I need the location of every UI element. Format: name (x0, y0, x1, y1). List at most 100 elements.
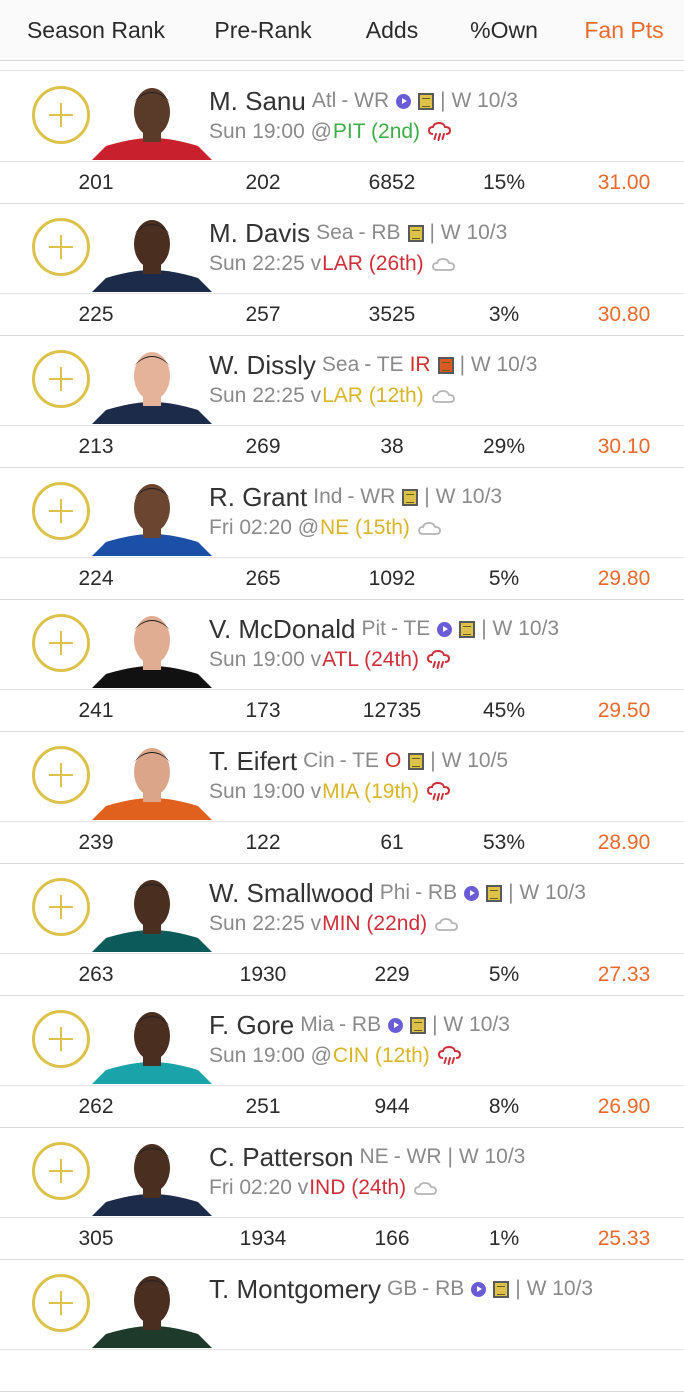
player-name[interactable]: M. Davis (209, 218, 310, 248)
opponent-rank: LAR (12th) (322, 384, 424, 407)
player-name[interactable]: F. Gore (209, 1010, 294, 1040)
player-stats-row: 263 1930 229 5% 27.33 (0, 954, 684, 996)
player-row[interactable]: W. Dissly Sea - TE IR | W 10/3 Sun 22:25 v LA… (0, 336, 684, 426)
stat-fan-pts: 30.80 (597, 303, 651, 326)
game-info-line: Fri 02:20 @ NE (15th) (209, 514, 443, 542)
add-player-button[interactable] (32, 218, 90, 276)
player-name-line: F. Gore Mia - RB | W 10/3 (209, 1010, 510, 1040)
player-note-icon[interactable] (459, 620, 476, 638)
player-headshot[interactable] (92, 608, 212, 688)
player-note-icon[interactable] (407, 224, 424, 242)
player-note-icon[interactable] (486, 884, 503, 902)
stat-season-rank: 263 (78, 963, 114, 986)
player-row[interactable]: T. Eifert Cin - TE O | W 10/5 Sun 19:00 v MIA… (0, 732, 684, 822)
video-play-icon[interactable] (388, 1017, 404, 1033)
player-name[interactable]: T. Montgomery (209, 1274, 381, 1304)
player-entry: M. Davis Sea - RB | W 10/3 Sun 22:25 v LAR (… (0, 204, 684, 336)
player-note-icon[interactable] (408, 752, 425, 770)
player-name[interactable]: V. McDonald (209, 614, 355, 644)
game-info-line: Sun 22:25 v LAR (12th) (209, 382, 457, 410)
add-player-button[interactable] (32, 1142, 90, 1200)
player-headshot[interactable] (92, 1136, 212, 1216)
stat-season-rank: 225 (78, 303, 114, 326)
player-note-icon[interactable] (437, 356, 454, 374)
player-name[interactable]: R. Grant (209, 482, 307, 512)
player-note-icon[interactable] (402, 488, 419, 506)
game-info-line: Sun 19:00 v MIA (19th) (209, 778, 452, 806)
week-info: | W 10/3 (432, 1013, 510, 1036)
stat-own: 1% (488, 1227, 520, 1250)
stat-adds: 38 (380, 435, 404, 458)
player-name[interactable]: W. Smallwood (209, 878, 374, 908)
add-player-button[interactable] (32, 1274, 90, 1332)
player-headshot[interactable] (92, 872, 212, 952)
player-name-line: R. Grant Ind - WR | W 10/3 (209, 482, 502, 512)
player-name[interactable]: M. Sanu (209, 86, 306, 116)
video-play-icon[interactable] (471, 1281, 487, 1297)
player-headshot[interactable] (92, 740, 212, 820)
add-player-button[interactable] (32, 482, 90, 540)
add-player-button[interactable] (32, 746, 90, 804)
stat-fan-pts: 25.33 (597, 1227, 651, 1250)
player-name-line: T. Montgomery GB - RB | W 10/3 (209, 1274, 593, 1304)
cloud-icon (431, 386, 457, 406)
player-note-icon[interactable] (410, 1016, 427, 1034)
game-info-line: Sun 22:25 v MIN (22nd) (209, 910, 460, 938)
player-name[interactable]: W. Dissly (209, 350, 316, 380)
player-row[interactable]: R. Grant Ind - WR | W 10/3 Fri 02:20 @ NE (15… (0, 468, 684, 558)
player-row[interactable]: M. Davis Sea - RB | W 10/3 Sun 22:25 v LAR (… (0, 204, 684, 294)
week-info: | W 10/3 (424, 485, 503, 508)
video-play-icon[interactable] (464, 885, 480, 901)
column-adds[interactable]: Adds (366, 0, 418, 60)
player-team: Phi (379, 881, 411, 904)
add-player-button[interactable] (32, 350, 90, 408)
column-fan-pts[interactable]: Fan Pts (584, 0, 663, 60)
add-player-button[interactable] (32, 86, 90, 144)
column-season-rank[interactable]: Season Rank (27, 0, 165, 60)
player-position: - TE (364, 353, 404, 376)
player-team: Cin (303, 749, 335, 772)
player-row[interactable]: V. McDonald Pit - TE | W 10/3 Sun 19:00 v AT… (0, 600, 684, 690)
add-player-button[interactable] (32, 878, 90, 936)
column-own[interactable]: %Own (470, 0, 538, 60)
week-info: | W 10/5 (430, 749, 509, 772)
add-player-button[interactable] (32, 614, 90, 672)
player-row[interactable]: C. Patterson NE - WR | W 10/3 Fri 02:20 v IN… (0, 1128, 684, 1218)
player-row[interactable]: W. Smallwood Phi - RB | W 10/3 Sun 22:25 v M… (0, 864, 684, 954)
player-position: - RB (422, 1277, 465, 1300)
player-headshot[interactable] (92, 1004, 212, 1084)
player-headshot[interactable] (92, 212, 212, 292)
rain-icon (427, 122, 453, 142)
video-play-icon[interactable] (396, 93, 412, 109)
stat-adds: 12735 (362, 699, 422, 722)
player-entry: C. Patterson NE - WR | W 10/3 Fri 02:20 v IN… (0, 1128, 684, 1260)
opponent-rank: PIT (2nd) (332, 120, 421, 143)
player-stats-row (0, 1350, 684, 1392)
player-name[interactable]: T. Eifert (209, 746, 297, 776)
column-pre-rank[interactable]: Pre-Rank (214, 0, 311, 60)
opponent-rank: NE (15th) (320, 516, 410, 539)
player-team: Mia (300, 1013, 335, 1036)
player-headshot[interactable] (92, 80, 212, 160)
add-player-button[interactable] (32, 1010, 90, 1068)
player-row[interactable]: F. Gore Mia - RB | W 10/3 Sun 19:00 @ CIN (12… (0, 996, 684, 1086)
game-time: Sun 19:00 v (209, 780, 322, 803)
player-note-icon[interactable] (493, 1280, 510, 1298)
player-headshot[interactable] (92, 344, 212, 424)
player-stats-row: 213 269 38 29% 30.10 (0, 426, 684, 468)
stat-fan-pts: 31.00 (597, 171, 651, 194)
player-position: - RB (339, 1013, 382, 1036)
player-name[interactable]: C. Patterson (209, 1142, 354, 1172)
stat-own: 5% (488, 567, 520, 590)
player-entry: T. Montgomery GB - RB | W 10/3 (0, 1260, 684, 1392)
stat-adds: 166 (374, 1227, 410, 1250)
video-play-icon[interactable] (437, 621, 453, 637)
column-header-bar: Season Rank Pre-Rank Adds %Own Fan Pts (0, 0, 684, 61)
player-headshot[interactable] (92, 476, 212, 556)
player-note-icon[interactable] (418, 92, 435, 110)
player-stats-row: 224 265 1092 5% 29.80 (0, 558, 684, 600)
player-row[interactable]: M. Sanu Atl - WR | W 10/3 Sun 19:00 @ PIT (2n… (0, 72, 684, 162)
player-headshot[interactable] (92, 1268, 212, 1348)
stat-pre-rank: 257 (245, 303, 281, 326)
player-row[interactable]: T. Montgomery GB - RB | W 10/3 (0, 1260, 684, 1350)
